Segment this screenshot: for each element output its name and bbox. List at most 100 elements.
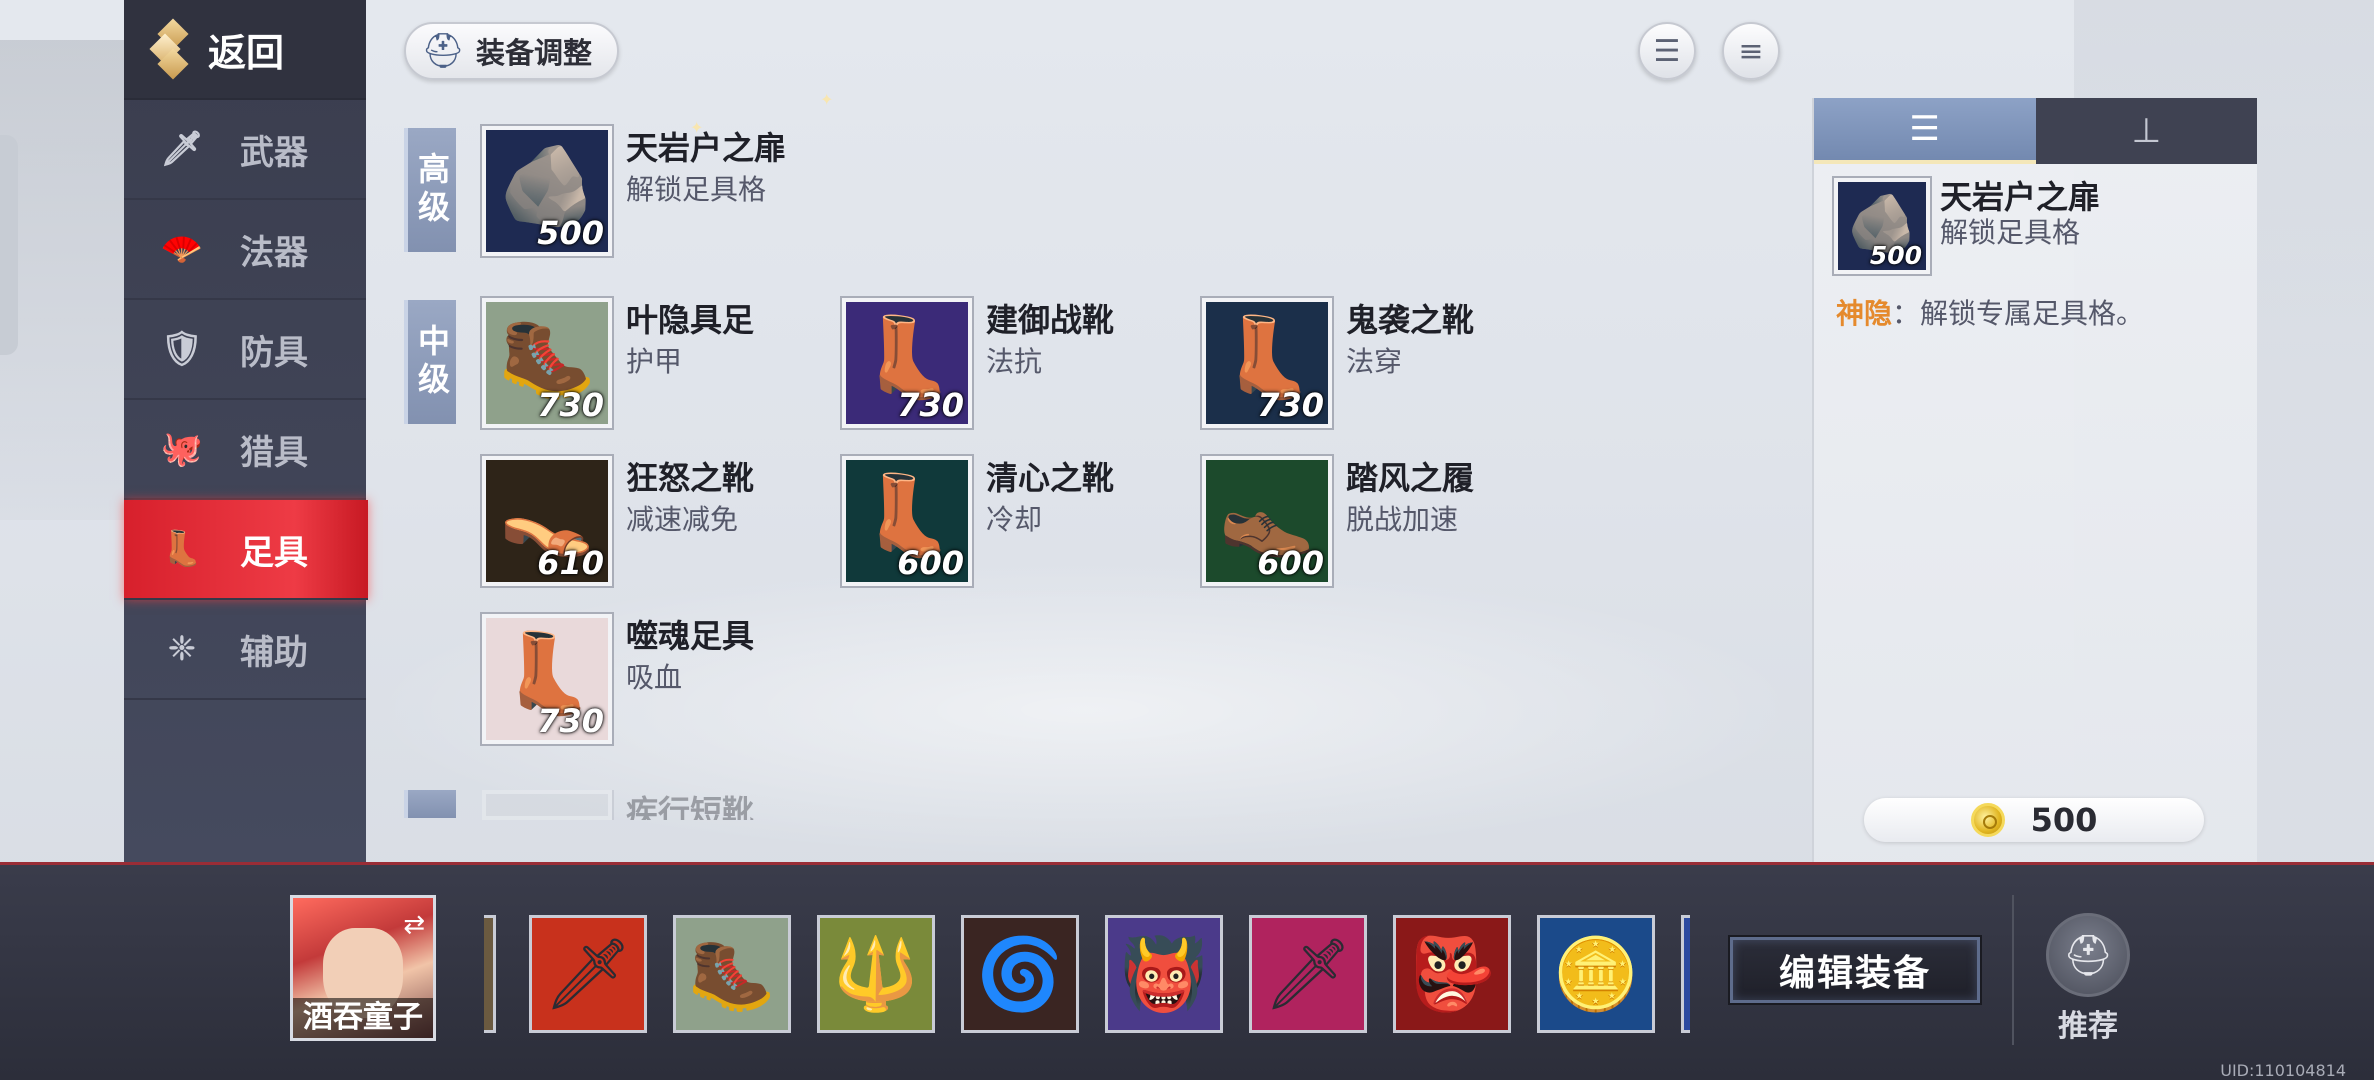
item-icon: 🪨 500	[480, 124, 614, 258]
hero-portrait[interactable]: ⇄ 酒吞童子	[290, 895, 436, 1041]
category-label: 法器	[240, 232, 308, 273]
item-name: 叶隐具足	[626, 301, 755, 339]
item-name: 鬼袭之靴	[1346, 301, 1475, 339]
item-name: 清心之靴	[986, 459, 1115, 497]
sort-button[interactable]: ☰	[1638, 22, 1696, 80]
item-icon	[482, 790, 614, 820]
coin-icon	[1970, 803, 2005, 837]
staff-icon: 🔱	[832, 932, 920, 1015]
tab-list[interactable]: ☰	[1814, 98, 2036, 164]
category-footwear[interactable]: 👢 足具	[124, 500, 368, 600]
category-magic-tool[interactable]: 🪭 法器	[124, 200, 366, 300]
octopus-icon: 🐙	[160, 429, 204, 469]
item-card[interactable]: 👡 610 狂怒之靴 减速减免	[480, 454, 822, 588]
equipment-adjust-label: 装备调整	[476, 36, 593, 70]
detail-item-price: 500	[1869, 241, 1922, 270]
equipment-slot[interactable]: 🗡	[1249, 915, 1367, 1033]
item-desc: 法抗	[986, 345, 1043, 378]
category-sidebar: 返回 🗡 武器 🪭 法器 🛡 防具 🐙 猎具 👢 足具 ❈ 辅助	[124, 0, 368, 862]
hero-name: 酒吞童子	[293, 998, 433, 1038]
user-id: UID:110104814	[2220, 1061, 2346, 1080]
item-desc: 护甲	[626, 345, 683, 378]
item-name: 噬魂足具	[626, 617, 755, 655]
effect-separator: ：	[1892, 297, 1921, 330]
item-icon: 🥾 730	[480, 296, 614, 430]
effect-text: 解锁专属足具格。	[1920, 297, 2145, 330]
equipment-slots: 🗡 🥾 🔱 🌀 👹 🗡 👺 🪙	[484, 915, 1690, 1037]
item-icon: 👢 730	[480, 612, 614, 746]
category-weapon[interactable]: 🗡 武器	[124, 100, 366, 200]
item-icon: 👢 730	[1200, 296, 1334, 430]
item-desc: 吸血	[626, 661, 683, 694]
sort-icon: ☰	[1653, 33, 1681, 69]
loadout-bar: ⇄ 酒吞童子 🗡 🥾 🔱 🌀 👹 🗡 👺 🪙 编辑装备 ⛑ 推荐 UID:110…	[0, 862, 2374, 1080]
item-price: 730	[1257, 386, 1324, 424]
equipment-slot[interactable]: 👺	[1393, 915, 1511, 1033]
equipment-adjust-button[interactable]: ⛑ 装备调整	[404, 22, 619, 80]
edit-equipment-button[interactable]: 编辑装备	[1730, 937, 1980, 1003]
list-icon: ☰	[1909, 109, 1940, 149]
category-armor[interactable]: 🛡 防具	[124, 300, 366, 400]
item-name: 踏风之履	[1346, 459, 1475, 497]
side-drawer-handle[interactable]	[0, 135, 18, 355]
category-support[interactable]: ❈ 辅助	[124, 600, 366, 700]
item-icon: 👢 730	[840, 296, 974, 430]
back-button[interactable]: 返回	[124, 0, 366, 100]
oni-mask-purple-icon: 👹	[1120, 932, 1208, 1015]
effect-name: 神隐	[1836, 297, 1893, 330]
menu-button[interactable]: ≡	[1722, 22, 1780, 80]
item-card[interactable]: 👞 600 踏风之履 脱战加速	[1200, 454, 1542, 588]
item-name: 狂怒之靴	[626, 459, 755, 497]
detail-item-desc: 解锁足具格	[1940, 216, 2081, 249]
item-desc: 法穿	[1346, 345, 1403, 378]
item-card[interactable]: 🥾 730 叶隐具足 护甲	[480, 296, 822, 430]
buy-cost-bar[interactable]: 500	[1864, 798, 2204, 842]
detail-item: 🪨 500 天岩户之扉 解锁足具格	[1814, 164, 2257, 288]
tier-tag-high: 高级	[404, 128, 456, 252]
background-building-left	[0, 40, 125, 520]
item-icon: 👢 600	[840, 454, 974, 588]
equipment-slot[interactable]: 🥾	[673, 915, 791, 1033]
category-label: 足具	[240, 532, 308, 573]
support-icon: ❈	[167, 629, 197, 669]
tier-tag-mid: 中级	[404, 300, 456, 424]
item-card[interactable]: 👢 600 清心之靴 冷却	[840, 454, 1182, 588]
helmet-icon: ⛑	[421, 31, 465, 71]
item-name: 疾行短靴	[626, 793, 755, 820]
item-price: 600	[897, 544, 964, 582]
item-card[interactable]: 🪨 500 天岩户之扉 解锁足具格	[480, 124, 822, 258]
item-card[interactable]: 👢 730 噬魂足具 吸血	[480, 612, 822, 746]
equipment-slot[interactable]: 🔱	[817, 915, 935, 1033]
tier-tag-partial	[404, 790, 456, 818]
sword-icon: 🗡	[160, 129, 204, 169]
equipment-slot[interactable]: 🪙	[1537, 915, 1655, 1033]
equipment-slot[interactable]: 🗡	[529, 915, 647, 1033]
category-hunting[interactable]: 🐙 猎具	[124, 400, 366, 500]
item-icon: 👞 600	[1200, 454, 1334, 588]
item-price: 730	[537, 386, 604, 424]
fan-icon: 🪭	[160, 229, 204, 269]
item-card[interactable]: 👢 730 鬼袭之靴 法穿	[1200, 296, 1542, 430]
sparkle-decoration: ✦	[820, 90, 834, 109]
back-diamond-icon	[149, 18, 192, 80]
item-price: 610	[537, 544, 604, 582]
slot-partial[interactable]	[1681, 915, 1690, 1033]
recommend-button[interactable]: ⛑ 推荐	[2040, 913, 2136, 1045]
category-label: 武器	[240, 132, 308, 173]
detail-item-name: 天岩户之扉	[1940, 178, 2101, 216]
item-name: 建御战靴	[986, 301, 1115, 339]
tree-icon: ⊥	[2131, 111, 2162, 151]
item-price: 730	[897, 386, 964, 424]
item-detail-panel: ☰ ⊥ 🪨 500 天岩户之扉 解锁足具格 神隐：解锁专属足具格。 500	[1812, 98, 2257, 862]
equipment-slot[interactable]: 🌀	[961, 915, 1079, 1033]
menu-icon: ≡	[1738, 33, 1764, 69]
equipment-slot[interactable]: 👹	[1105, 915, 1223, 1033]
divider	[2012, 895, 2014, 1045]
item-price: 730	[537, 702, 604, 740]
slot-partial[interactable]	[484, 915, 496, 1033]
item-card[interactable]: 👢 730 建御战靴 法抗	[840, 296, 1182, 430]
category-label: 辅助	[240, 632, 308, 673]
item-price: 600	[1257, 544, 1324, 582]
tab-tree[interactable]: ⊥	[2035, 98, 2257, 164]
item-card-partial[interactable]: 疾行短靴	[482, 790, 822, 820]
